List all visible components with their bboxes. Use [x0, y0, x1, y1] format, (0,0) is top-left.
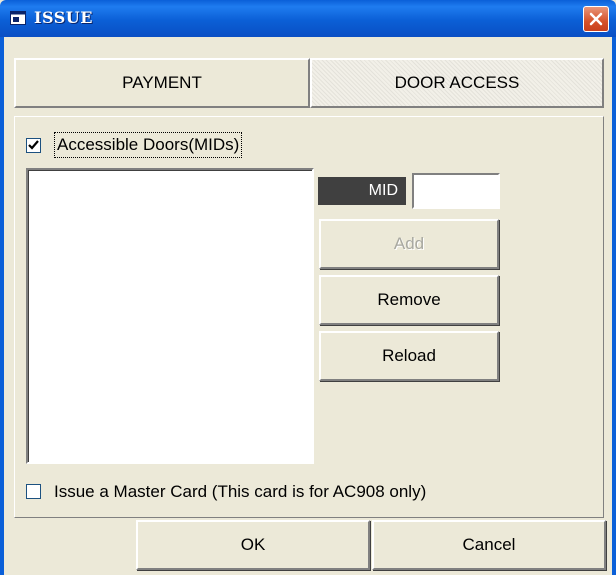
add-button[interactable]: Add: [319, 219, 499, 269]
window-frame-left: [0, 37, 4, 575]
master-card-checkbox[interactable]: [26, 484, 41, 499]
accessible-doors-list[interactable]: [26, 168, 314, 464]
window-title: ISSUE: [34, 8, 93, 27]
title-bar[interactable]: ISSUE: [0, 0, 616, 37]
remove-button[interactable]: Remove: [319, 275, 499, 325]
tab-door-access[interactable]: DOOR ACCESS: [310, 58, 604, 108]
tab-payment[interactable]: PAYMENT: [14, 58, 310, 108]
cancel-button[interactable]: Cancel: [372, 520, 606, 570]
ok-button[interactable]: OK: [136, 520, 370, 570]
ok-button-label: OK: [240, 535, 266, 554]
window-app-icon: [10, 11, 26, 25]
mid-label: MID: [318, 177, 406, 205]
cancel-button-label: Cancel: [462, 535, 516, 554]
close-button[interactable]: [583, 6, 609, 32]
tab-payment-label: PAYMENT: [122, 73, 202, 92]
master-card-label[interactable]: Issue a Master Card (This card is for AC…: [54, 481, 426, 503]
issue-dialog: ISSUE PAYMENT DOOR ACCESS Accessible Doo…: [0, 0, 616, 575]
accessible-doors-checkbox[interactable]: [26, 138, 41, 153]
add-button-label: Add: [393, 234, 425, 253]
tab-door-access-label: DOOR ACCESS: [394, 73, 520, 92]
window-frame-right: [612, 37, 616, 575]
reload-button[interactable]: Reload: [319, 331, 499, 381]
mid-input[interactable]: [412, 173, 500, 209]
accessible-doors-label[interactable]: Accessible Doors(MIDs): [54, 132, 243, 158]
reload-button-label: Reload: [382, 346, 436, 365]
remove-button-label: Remove: [377, 290, 441, 309]
